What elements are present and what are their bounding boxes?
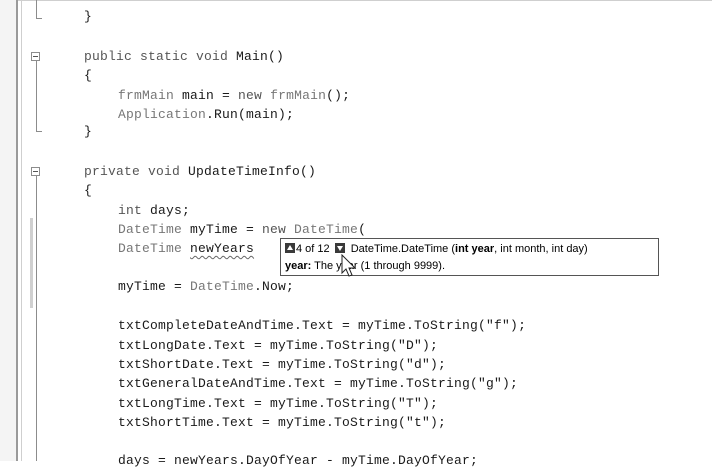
editor-margin (0, 0, 16, 461)
code-line: { (84, 183, 93, 198)
signature-text: DateTime.DateTime ( (350, 243, 456, 255)
signature-text-rest: , int month, int day) (494, 243, 588, 255)
parameter-name: year: (285, 260, 312, 272)
code-line: } (84, 124, 93, 139)
previous-overload-icon[interactable] (285, 243, 295, 254)
outline-end (36, 131, 42, 132)
outline-line (36, 0, 37, 18)
margin-rule (16, 0, 18, 461)
code-line: txtCompleteDateAndTime.Text = myTime.ToS… (118, 318, 527, 333)
top-border (0, 0, 712, 1)
code-line: DateTime newYears (118, 241, 255, 256)
parameter-info-tooltip: 4 of 12 DateTime.DateTime (int year, int… (280, 238, 659, 276)
collapse-main-icon[interactable] (31, 52, 40, 61)
code-line: Application.Run(main); (118, 107, 295, 122)
code-line: } (84, 9, 93, 24)
code-line: private void UpdateTimeInfo() (84, 164, 317, 179)
code-line: { (84, 68, 93, 83)
outline-line (36, 176, 37, 461)
error-squiggle: newYears (190, 241, 255, 256)
current-parameter: int year (455, 243, 495, 255)
outline-end (36, 18, 42, 19)
overload-counter: 4 of 12 (296, 243, 330, 255)
code-line: myTime = DateTime.Now; (118, 279, 295, 294)
next-overload-icon[interactable] (334, 243, 345, 254)
code-line: txtShortTime.Text = myTime.ToString("t")… (118, 415, 447, 430)
collapse-updatetimeinfo-icon[interactable] (31, 167, 40, 176)
change-bar (30, 218, 33, 308)
code-line: public static void Main() (84, 49, 285, 64)
outline-line (36, 61, 37, 131)
mouse-cursor-icon (341, 254, 357, 277)
parameter-description: The year (1 through 9999). (311, 260, 446, 272)
margin-rule-inner (21, 0, 22, 461)
code-line: txtGeneralDateAndTime.Text = myTime.ToSt… (118, 376, 519, 391)
code-line: days = newYears.DayOfYear - myTime.DayOf… (118, 453, 479, 468)
